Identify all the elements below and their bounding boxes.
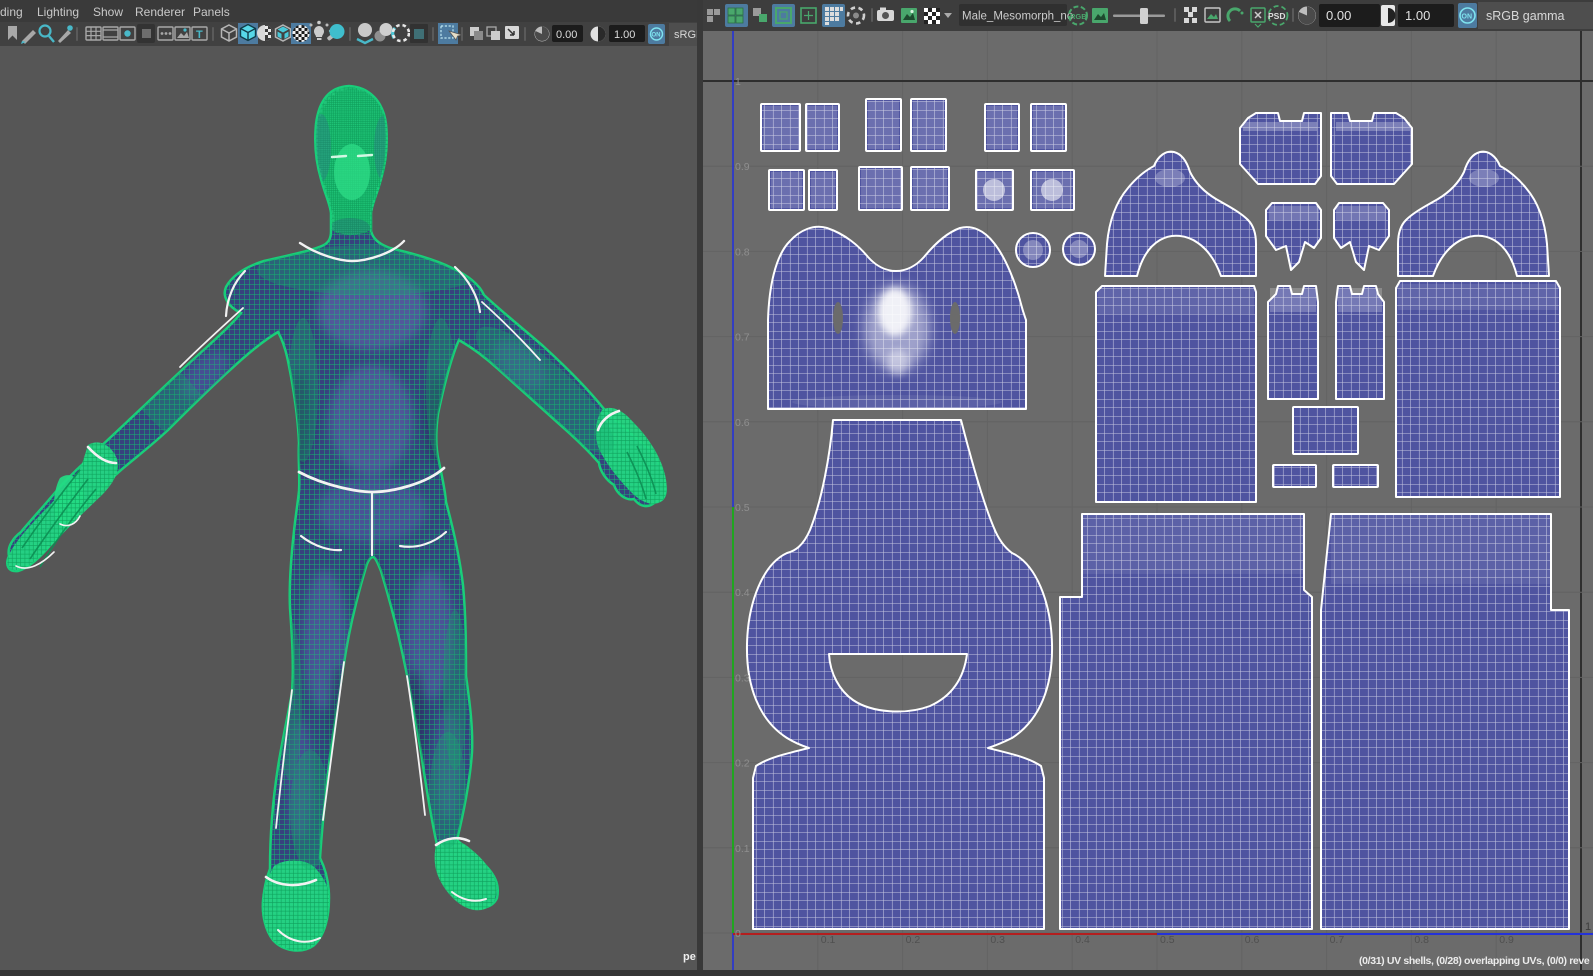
svg-text:0.8: 0.8 [735, 246, 750, 258]
svg-text:0.7: 0.7 [1330, 934, 1345, 946]
svg-text:0.4: 0.4 [735, 587, 750, 599]
svg-text:0.2: 0.2 [906, 934, 921, 946]
svg-text:1.00: 1.00 [1405, 8, 1430, 23]
svg-text:1: 1 [735, 76, 741, 88]
svg-text:0.3: 0.3 [735, 672, 750, 684]
svg-text:0.4: 0.4 [1075, 934, 1090, 946]
svg-text:Male_Mesomorph_no: Male_Mesomorph_no [962, 11, 1073, 23]
svg-text:0: 0 [735, 928, 741, 940]
svg-text:1: 1 [1585, 921, 1591, 933]
svg-text:0.2: 0.2 [735, 758, 750, 770]
svg-text:0.6: 0.6 [1245, 934, 1260, 946]
svg-text:0.5: 0.5 [1160, 934, 1175, 946]
svg-text:0.9: 0.9 [735, 161, 750, 173]
svg-text:0.7: 0.7 [735, 332, 750, 344]
svg-text:0.3: 0.3 [990, 934, 1005, 946]
svg-text:0.00: 0.00 [1326, 8, 1351, 23]
svg-text:PSD: PSD [1268, 11, 1285, 21]
svg-text:0.6: 0.6 [735, 417, 750, 429]
svg-text:0.1: 0.1 [821, 934, 836, 946]
svg-text:ON: ON [1462, 14, 1473, 21]
svg-text:T: T [196, 29, 203, 41]
svg-text:ON: ON [652, 33, 661, 39]
svg-text:0.00: 0.00 [556, 29, 577, 41]
svg-text:0.1: 0.1 [735, 843, 750, 855]
svg-text:0.5: 0.5 [735, 502, 750, 514]
svg-text:0.8: 0.8 [1414, 934, 1429, 946]
svg-text:(0/31) UV shells, (0/28) overl: (0/31) UV shells, (0/28) overlapping UVs… [1359, 955, 1590, 967]
svg-text:RGB: RGB [1070, 12, 1087, 21]
svg-text:sRGB gamma: sRGB gamma [1486, 9, 1565, 23]
svg-text:sRGE: sRGE [674, 29, 697, 41]
svg-text:0.9: 0.9 [1499, 934, 1514, 946]
svg-text:1.00: 1.00 [614, 29, 635, 41]
